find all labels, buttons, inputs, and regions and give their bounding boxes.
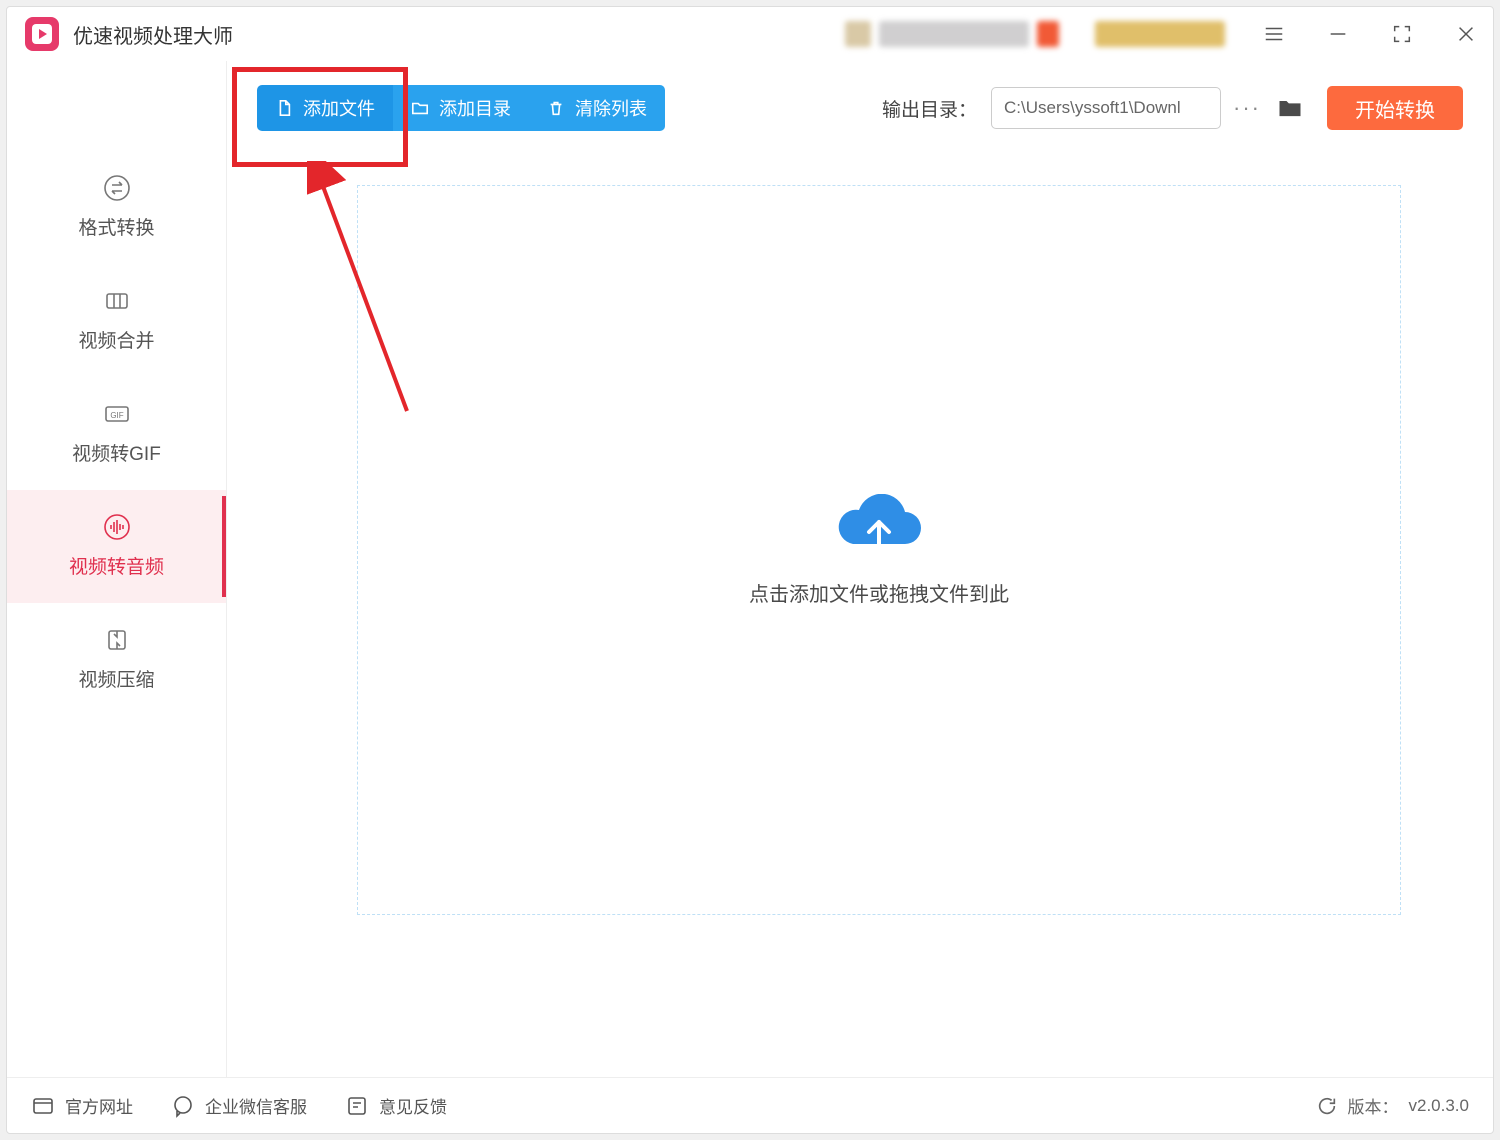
output-dir-browse-button[interactable]: ··· <box>1227 87 1267 129</box>
minimize-button[interactable] <box>1323 19 1353 49</box>
dropzone-text: 点击添加文件或拖拽文件到此 <box>749 578 1009 607</box>
toolbar: 添加文件 添加目录 清除列表 输出目录： ··· 开始转换 <box>257 85 1463 131</box>
compress-icon <box>102 625 132 655</box>
merge-icon <box>102 286 132 316</box>
sidebar-item-label: 格式转换 <box>78 213 154 240</box>
sidebar-item-video-merge[interactable]: 视频合并 <box>7 264 226 377</box>
gif-icon: GIF <box>102 399 132 429</box>
clear-list-button[interactable]: 清除列表 <box>529 85 665 131</box>
titlebar-account-area <box>845 21 1225 47</box>
file-icon <box>275 99 293 117</box>
start-convert-button[interactable]: 开始转换 <box>1327 86 1463 130</box>
cloud-upload-icon <box>833 494 925 556</box>
app-window: 优速视频处理大师 <box>6 6 1494 1134</box>
website-icon <box>31 1094 55 1118</box>
footer-feedback[interactable]: 意见反馈 <box>345 1093 447 1118</box>
output-dir-input[interactable] <box>991 87 1221 129</box>
add-file-label: 添加文件 <box>303 95 375 121</box>
sidebar-item-video-gif[interactable]: GIF 视频转GIF <box>7 377 226 490</box>
footer-version[interactable]: 版本： v2.0.3.0 <box>1316 1093 1470 1118</box>
sidebar-item-label: 视频压缩 <box>78 665 154 692</box>
close-icon <box>1455 23 1477 45</box>
sidebar: 格式转换 视频合并 GIF 视频转GIF 视频转音频 <box>7 61 227 1077</box>
sidebar-item-label: 视频转音频 <box>69 552 164 579</box>
audio-icon <box>102 512 132 542</box>
app-title: 优速视频处理大师 <box>73 20 233 49</box>
minimize-icon <box>1327 23 1349 45</box>
sidebar-item-label: 视频合并 <box>78 326 154 353</box>
content-area: 添加文件 添加目录 清除列表 输出目录： ··· 开始转换 <box>227 61 1493 1077</box>
feedback-icon <box>345 1094 369 1118</box>
footer-official-site-label: 官方网址 <box>65 1093 133 1118</box>
clear-list-label: 清除列表 <box>575 95 647 121</box>
sidebar-item-label: 视频转GIF <box>72 439 161 466</box>
svg-text:GIF: GIF <box>110 411 123 420</box>
fullscreen-icon <box>1391 23 1413 45</box>
output-dir-label: 输出目录： <box>882 95 977 122</box>
swap-icon <box>102 173 132 203</box>
version-label: 版本： <box>1348 1093 1399 1118</box>
chat-icon <box>171 1094 195 1118</box>
add-folder-label: 添加目录 <box>439 95 511 121</box>
sidebar-item-video-audio[interactable]: 视频转音频 <box>7 490 226 603</box>
version-value: v2.0.3.0 <box>1409 1096 1470 1116</box>
open-output-folder-button[interactable] <box>1273 91 1307 125</box>
folder-open-icon <box>1276 94 1304 122</box>
hamburger-icon <box>1263 23 1285 45</box>
footer-feedback-label: 意见反馈 <box>379 1093 447 1118</box>
footer-official-site[interactable]: 官方网址 <box>31 1093 133 1118</box>
footer-wecom-support[interactable]: 企业微信客服 <box>171 1093 307 1118</box>
body: 格式转换 视频合并 GIF 视频转GIF 视频转音频 <box>7 61 1493 1077</box>
folder-icon <box>411 99 429 117</box>
fullscreen-button[interactable] <box>1387 19 1417 49</box>
trash-icon <box>547 99 565 117</box>
window-buttons <box>1259 19 1481 49</box>
close-button[interactable] <box>1451 19 1481 49</box>
titlebar: 优速视频处理大师 <box>7 7 1493 61</box>
menu-button[interactable] <box>1259 19 1289 49</box>
sidebar-item-format-convert[interactable]: 格式转换 <box>7 151 226 264</box>
refresh-icon <box>1316 1095 1338 1117</box>
add-folder-button[interactable]: 添加目录 <box>393 85 529 131</box>
sidebar-item-video-compress[interactable]: 视频压缩 <box>7 603 226 716</box>
footer-wecom-label: 企业微信客服 <box>205 1093 307 1118</box>
add-file-button[interactable]: 添加文件 <box>257 85 393 131</box>
file-dropzone[interactable]: 点击添加文件或拖拽文件到此 <box>357 185 1401 915</box>
footer: 官方网址 企业微信客服 意见反馈 版本： v2.0.3.0 <box>7 1077 1493 1133</box>
app-logo <box>25 17 59 51</box>
